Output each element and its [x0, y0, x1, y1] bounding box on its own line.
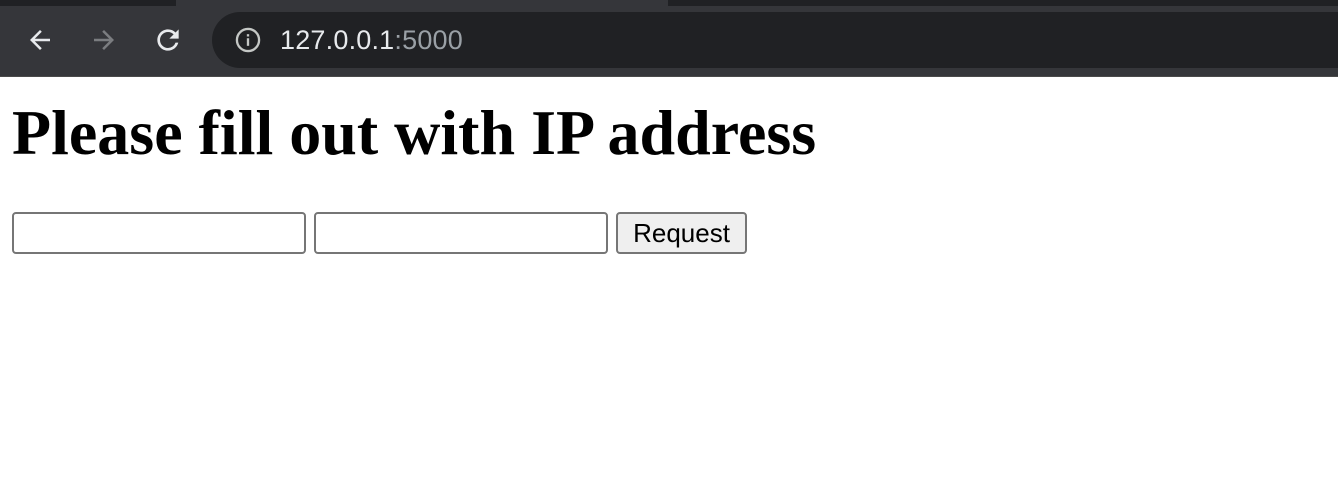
address-bar[interactable]: 127.0.0.1:5000 — [212, 12, 1338, 68]
info-icon[interactable] — [234, 26, 262, 54]
back-button[interactable] — [22, 22, 58, 58]
ip-input-1[interactable] — [12, 212, 306, 254]
url-port: :5000 — [394, 24, 463, 55]
ip-input-2[interactable] — [314, 212, 608, 254]
page-content: Please fill out with IP address Request — [0, 77, 1338, 498]
back-arrow-icon — [30, 30, 50, 50]
reload-button[interactable] — [150, 22, 186, 58]
url-text[interactable]: 127.0.0.1:5000 — [280, 25, 463, 56]
url-host: 127.0.0.1 — [280, 24, 395, 55]
active-tab[interactable] — [176, 0, 668, 6]
reload-icon — [157, 29, 179, 51]
page-title: Please fill out with IP address — [12, 97, 817, 168]
request-button[interactable]: Request — [616, 212, 747, 254]
forward-arrow-icon — [94, 30, 114, 50]
browser-toolbar: 127.0.0.1:5000 — [0, 0, 1338, 77]
forward-button[interactable] — [86, 22, 122, 58]
